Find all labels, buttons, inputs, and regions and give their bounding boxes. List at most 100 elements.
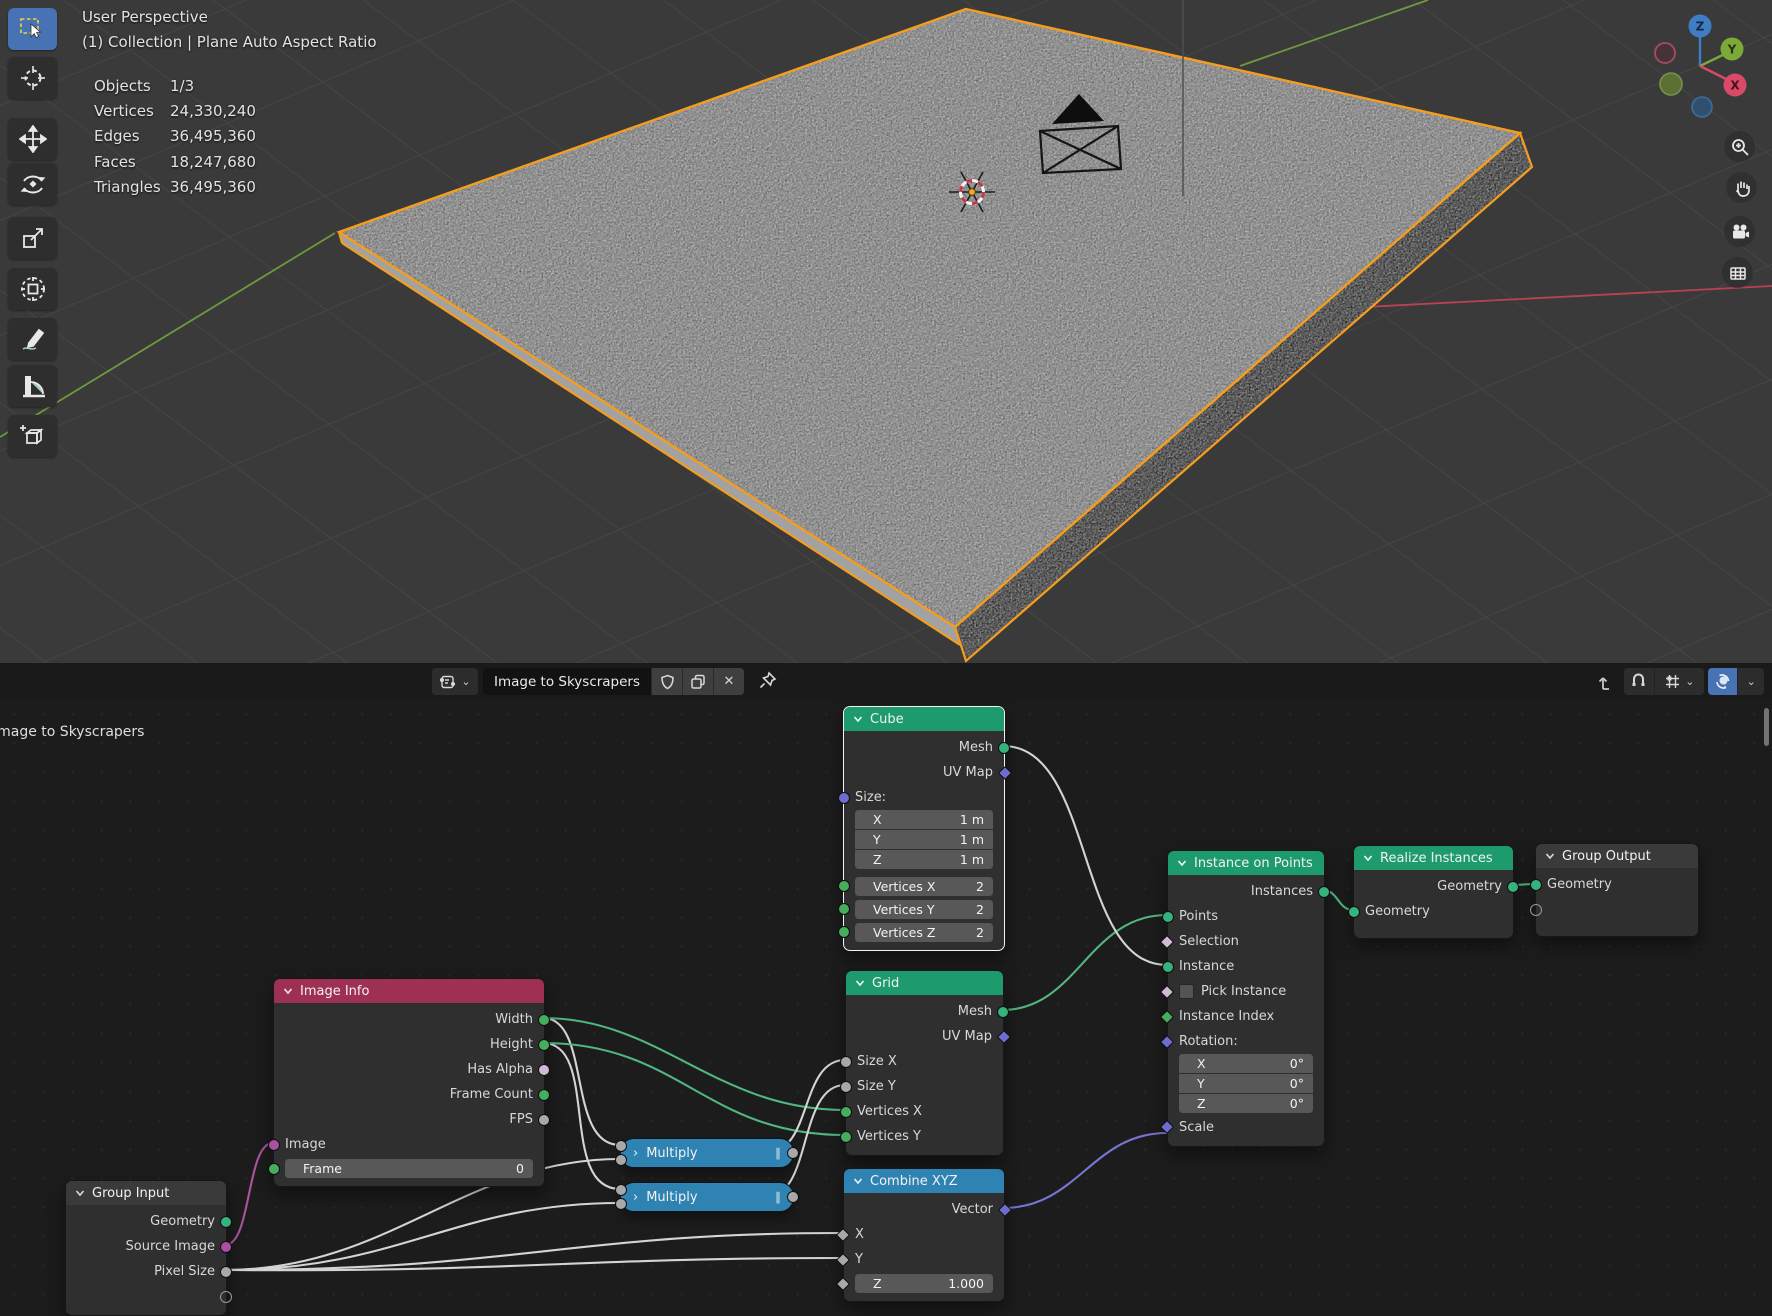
node-multiply-1[interactable]: › Multiply ∥ [620, 1138, 794, 1168]
socket-combine-z-in[interactable] [836, 1276, 850, 1290]
socket-grid-uvmap-out[interactable] [997, 1029, 1011, 1043]
node-multiply-2[interactable]: › Multiply ∥ [620, 1182, 794, 1212]
expand-chevron-icon[interactable]: › [633, 1146, 638, 1161]
node-group-output[interactable]: Group Output Geometry [1535, 843, 1699, 937]
gizmo-neg-z[interactable] [1692, 97, 1712, 117]
socket-combine-y-in[interactable] [836, 1252, 850, 1266]
socket-combine-vector-out[interactable] [998, 1202, 1012, 1216]
node-cube[interactable]: Cube Mesh UV Map Size: X1 m Y1 m Z1 m Ve… [843, 706, 1005, 951]
socket-iop-instanceindex-in[interactable] [1160, 1009, 1174, 1023]
socket-multiply2-value-out[interactable] [787, 1191, 799, 1203]
socket-imageinfo-image-in[interactable] [268, 1139, 280, 1151]
socket-iop-instances-out[interactable] [1318, 886, 1330, 898]
tool-annotate[interactable] [8, 318, 57, 360]
link-sourceimage-image[interactable] [225, 1143, 273, 1245]
socket-groupoutput-virtual-in[interactable] [1530, 904, 1542, 916]
node-header[interactable]: Realize Instances [1354, 846, 1513, 870]
size-x-field[interactable]: X1 m [855, 810, 993, 829]
socket-imageinfo-frame-in[interactable] [268, 1163, 280, 1175]
node-header[interactable]: Instance on Points [1168, 851, 1324, 875]
node-header[interactable]: Cube [844, 707, 1004, 731]
socket-cube-uvmap-out[interactable] [998, 765, 1012, 779]
socket-multiply1-b-in[interactable] [615, 1154, 627, 1166]
3d-viewport[interactable]: User Perspective (1) Collection | Plane … [0, 0, 1772, 663]
node-combine-xyz[interactable]: Combine XYZ Vector X Y Z1.000 [843, 1168, 1005, 1302]
socket-iop-scale-in[interactable] [1160, 1120, 1174, 1134]
node-instance-on-points[interactable]: Instance on Points Instances Points Sele… [1167, 850, 1325, 1147]
socket-imageinfo-hasalpha-out[interactable] [538, 1064, 550, 1076]
vertices-y-field[interactable]: Vertices Y2 [855, 900, 993, 919]
socket-groupinput-pixelsize-out[interactable] [220, 1266, 232, 1278]
tool-add-cube[interactable] [8, 415, 57, 457]
link-pixelsize-multiply2[interactable] [225, 1203, 620, 1270]
node-realize-instances[interactable]: Realize Instances Geometry Geometry [1353, 845, 1514, 939]
socket-grid-verticesx-in[interactable] [840, 1106, 852, 1118]
z-field[interactable]: Z1.000 [855, 1274, 993, 1293]
node-tree-type-button[interactable]: ⌄ [432, 668, 478, 695]
unlink-button[interactable]: ✕ [713, 668, 744, 695]
tool-transform[interactable] [8, 268, 57, 310]
new-copy-button[interactable] [682, 668, 713, 695]
expand-chevron-icon[interactable]: › [633, 1190, 638, 1205]
rotation-y-field[interactable]: Y0° [1179, 1074, 1313, 1093]
rotation-x-field[interactable]: X0° [1179, 1054, 1313, 1073]
socket-cube-mesh-out[interactable] [998, 742, 1010, 754]
node-header[interactable]: Group Output [1536, 844, 1698, 868]
socket-imageinfo-fps-out[interactable] [538, 1114, 550, 1126]
link-pixelsize-combine-y[interactable] [225, 1258, 843, 1270]
socket-realize-geometry-in[interactable] [1348, 906, 1360, 918]
socket-imageinfo-width-out[interactable] [538, 1014, 550, 1026]
vertices-z-field[interactable]: Vertices Z2 [855, 923, 993, 942]
tool-move[interactable] [8, 118, 57, 160]
link-height-verticesy[interactable] [543, 1043, 845, 1135]
pan-button[interactable] [1726, 172, 1757, 203]
link-vector-scale[interactable] [1003, 1133, 1167, 1208]
socket-grid-sizey-in[interactable] [840, 1081, 852, 1093]
parent-tree-button[interactable] [1588, 668, 1620, 695]
socket-cube-size-in[interactable] [838, 792, 850, 804]
socket-grid-verticesy-in[interactable] [840, 1131, 852, 1143]
zoom-button[interactable] [1724, 131, 1755, 162]
link-width-multiply1[interactable] [543, 1018, 620, 1145]
socket-groupinput-virtual-out[interactable] [220, 1291, 232, 1303]
socket-iop-instance-in[interactable] [1162, 961, 1174, 973]
tool-scale[interactable] [8, 217, 57, 259]
socket-cube-verticesy-in[interactable] [838, 903, 850, 915]
pick-instance-checkbox[interactable] [1179, 984, 1194, 999]
node-image-info[interactable]: Image Info Width Height Has Alpha Frame … [273, 978, 545, 1187]
socket-grid-sizex-in[interactable] [840, 1056, 852, 1068]
link-gridmesh-points[interactable] [1002, 915, 1167, 1010]
socket-multiply2-a-in[interactable] [615, 1184, 627, 1196]
socket-iop-rotation-in[interactable] [1160, 1034, 1174, 1048]
auto-offset-toggle-button[interactable] [1708, 668, 1737, 695]
node-header[interactable]: Combine XYZ [844, 1169, 1004, 1193]
node-tree-name-input[interactable]: Image to Skyscrapers [483, 668, 651, 695]
socket-cube-verticesx-in[interactable] [838, 880, 850, 892]
socket-imageinfo-framecount-out[interactable] [538, 1089, 550, 1101]
orthographic-toggle-button[interactable] [1722, 257, 1753, 288]
size-z-field[interactable]: Z1 m [855, 850, 993, 869]
node-header[interactable]: Group Input [66, 1181, 226, 1205]
tool-measure[interactable] [8, 365, 57, 407]
socket-cube-verticesz-in[interactable] [838, 926, 850, 938]
node-header[interactable]: Image Info [274, 979, 544, 1003]
pin-button[interactable] [757, 670, 779, 696]
gizmo-neg-y[interactable] [1660, 73, 1682, 95]
vertices-x-field[interactable]: Vertices X2 [855, 877, 993, 896]
link-cubemesh-instance[interactable] [1003, 746, 1167, 965]
socket-iop-selection-in[interactable] [1160, 934, 1174, 948]
tool-select-box[interactable] [8, 8, 57, 50]
size-y-field[interactable]: Y1 m [855, 830, 993, 849]
socket-groupinput-sourceimage-out[interactable] [220, 1241, 232, 1253]
socket-grid-mesh-out[interactable] [997, 1006, 1009, 1018]
navigation-gizmo[interactable]: Z Y X [1645, 5, 1767, 127]
socket-multiply1-a-in[interactable] [615, 1140, 627, 1152]
link-width-verticesx[interactable] [543, 1018, 845, 1110]
rotation-z-field[interactable]: Z0° [1179, 1094, 1313, 1113]
tool-cursor[interactable] [8, 57, 57, 99]
socket-multiply2-b-in[interactable] [615, 1198, 627, 1210]
node-editor-canvas[interactable]: Image to Skyscrapers [0, 700, 1772, 1316]
socket-imageinfo-height-out[interactable] [538, 1039, 550, 1051]
node-grid[interactable]: Grid Mesh UV Map Size X Size Y Vertices … [845, 970, 1004, 1156]
tool-rotate[interactable] [8, 163, 57, 205]
